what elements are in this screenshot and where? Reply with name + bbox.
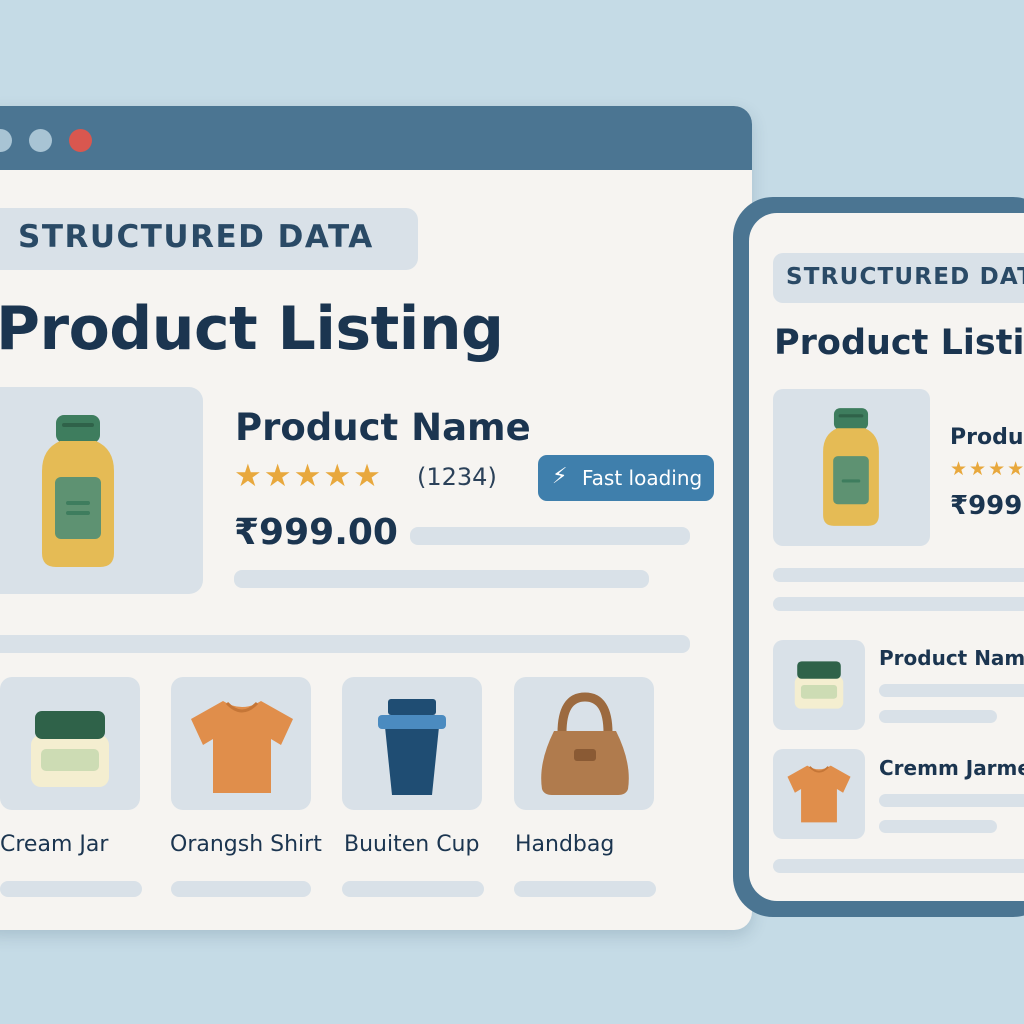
product-image[interactable] <box>0 387 203 594</box>
placeholder-line <box>879 684 1024 697</box>
lightning-icon: ⚡ <box>552 464 568 489</box>
window-control-dot[interactable] <box>29 129 52 152</box>
placeholder-line <box>879 820 997 833</box>
related-product-tile[interactable] <box>171 677 311 810</box>
page-title: Product Listing <box>0 294 504 364</box>
placeholder-line <box>0 881 142 897</box>
placeholder-line <box>879 710 997 723</box>
placeholder-line <box>171 881 311 897</box>
shirt-icon <box>191 701 293 793</box>
cream-jar-icon <box>794 661 844 709</box>
related-product-label[interactable]: Orangsh Shirt <box>170 832 322 857</box>
related-product-label[interactable]: Handbag <box>515 832 614 857</box>
section-label: STRUCTURED DATA <box>786 264 1024 290</box>
related-product-tile[interactable] <box>0 677 140 810</box>
star-rating: ★★★★★ <box>950 458 1024 480</box>
star-rating: ★★★★★ <box>234 458 383 494</box>
product-price: ₹999.00 <box>234 512 398 553</box>
cup-icon <box>378 699 446 795</box>
window-control-dot[interactable] <box>0 129 12 152</box>
window-close-dot[interactable] <box>69 129 92 152</box>
placeholder-line <box>342 881 484 897</box>
placeholder-line <box>410 527 690 545</box>
related-product-label[interactable]: Buuiten Cup <box>344 832 479 857</box>
product-image[interactable] <box>773 389 930 546</box>
badge-label: Fast loading <box>582 466 703 490</box>
placeholder-line <box>234 570 649 588</box>
bottle-icon <box>42 415 114 567</box>
mobile-item-thumbnail[interactable] <box>773 640 865 730</box>
related-product-tile[interactable] <box>514 677 654 810</box>
placeholder-line <box>514 881 656 897</box>
product-name[interactable]: Product Name <box>950 425 1024 450</box>
section-label: STRUCTURED DATA <box>18 219 374 255</box>
placeholder-line <box>879 794 1024 807</box>
browser-window: STRUCTURED DATA Product Listing Product … <box>0 106 752 930</box>
cream-jar-icon <box>31 711 109 787</box>
mobile-item-name[interactable]: Product Name <box>879 646 1024 670</box>
related-product-label[interactable]: Cream Jar <box>0 832 108 857</box>
mobile-device-frame: STRUCTURED DATA Product Listing Product … <box>733 197 1024 917</box>
mobile-item-thumbnail[interactable] <box>773 749 865 839</box>
fast-loading-badge: ⚡ Fast loading <box>538 455 714 501</box>
handbag-icon <box>541 692 629 795</box>
browser-title-bar <box>0 106 752 170</box>
placeholder-line <box>0 635 690 653</box>
mobile-item-name[interactable]: Cremm Jarme <box>879 756 1024 780</box>
mobile-screen: STRUCTURED DATA Product Listing Product … <box>749 213 1024 901</box>
placeholder-line <box>773 568 1024 582</box>
product-price: ₹999.00 <box>950 491 1024 521</box>
placeholder-line <box>773 859 1024 873</box>
product-name[interactable]: Product Name <box>235 406 531 449</box>
related-product-tile[interactable] <box>342 677 482 810</box>
page-title: Product Listing <box>774 323 1024 363</box>
shirt-icon <box>787 765 851 823</box>
review-count: (1234) <box>417 463 497 491</box>
bottle-icon <box>823 408 879 526</box>
placeholder-line <box>773 597 1024 611</box>
